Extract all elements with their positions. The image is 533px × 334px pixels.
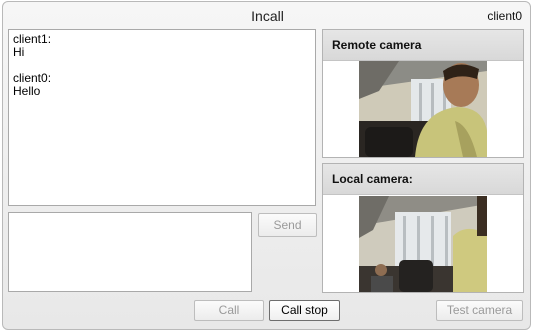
message-sender: client0: xyxy=(13,71,52,85)
current-user-label: client0 xyxy=(487,9,522,23)
window-title: Incall xyxy=(251,8,284,24)
call-stop-button[interactable]: Call stop xyxy=(269,300,340,321)
chat-message: client1: Hi xyxy=(13,33,311,59)
test-camera-button[interactable]: Test camera xyxy=(436,300,523,321)
send-button[interactable]: Send xyxy=(258,213,317,237)
chat-message: client0: Hello xyxy=(13,72,311,98)
local-camera-panel: Local camera: xyxy=(322,163,524,293)
chat-log[interactable]: client1: Hi client0: Hello xyxy=(8,29,316,206)
message-sender: client1: xyxy=(13,32,52,46)
remote-video-feed xyxy=(359,61,487,157)
call-button[interactable]: Call xyxy=(194,300,264,321)
message-input[interactable] xyxy=(8,212,252,292)
local-video-feed xyxy=(359,196,487,292)
message-text: Hello xyxy=(13,84,41,98)
remote-camera-title: Remote camera xyxy=(323,30,523,61)
local-camera-title: Local camera: xyxy=(323,164,523,195)
message-text: Hi xyxy=(13,45,25,59)
remote-camera-panel: Remote camera xyxy=(322,29,524,158)
